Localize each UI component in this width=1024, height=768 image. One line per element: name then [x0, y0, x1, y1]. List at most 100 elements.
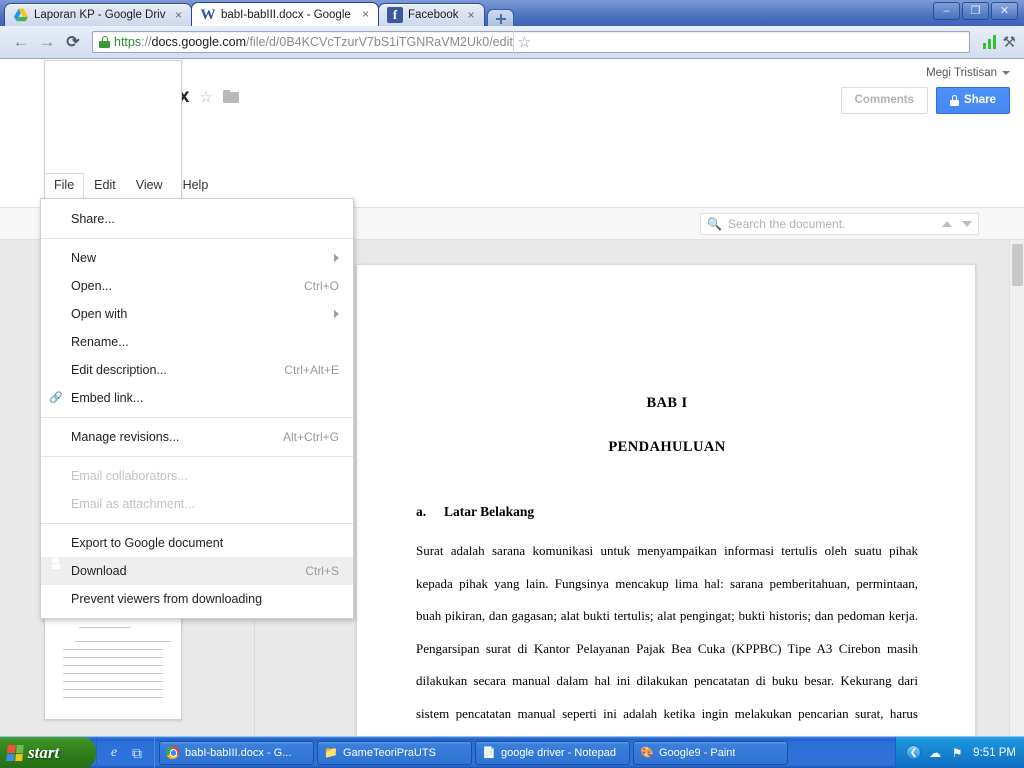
- address-bar[interactable]: https://docs.google.com/file/d/0B4KCVcTz…: [92, 31, 970, 53]
- menu-help[interactable]: Help: [173, 173, 219, 199]
- menu-separator: [41, 456, 353, 457]
- share-button[interactable]: Share: [936, 87, 1010, 114]
- menu-item-open[interactable]: Open... Ctrl+O: [41, 272, 353, 300]
- browser-tab-docs[interactable]: W babI-babIII.docx - Google ... ×: [191, 2, 379, 26]
- browser-tab-drive[interactable]: Laporan KP - Google Drive ×: [4, 3, 192, 26]
- star-icon[interactable]: ☆: [199, 88, 212, 106]
- lock-icon: [950, 95, 960, 106]
- menu-item-label: Edit description...: [71, 363, 167, 377]
- document-page: BAB I PENDAHULUAN a. Latar Belakang Sura…: [356, 264, 976, 736]
- menu-item-prevent-viewers-from-downloading[interactable]: Prevent viewers from downloading: [41, 585, 353, 613]
- internet-explorer-icon[interactable]: e: [106, 745, 122, 761]
- menu-item-download[interactable]: Download Ctrl+S: [41, 557, 353, 585]
- browser-tabs: Laporan KP - Google Drive × W babI-babII…: [4, 2, 514, 26]
- menu-item-label: Email collaborators...: [71, 469, 188, 483]
- menu-item-manage-revisions[interactable]: Manage revisions... Alt+Ctrl+G: [41, 423, 353, 451]
- document-heading-chapter: BAB I: [646, 395, 688, 411]
- menu-item-embed-link[interactable]: 🔗 Embed link...: [41, 384, 353, 412]
- docs-menubar: File Edit View Help: [44, 173, 218, 199]
- folder-icon: 📁: [324, 746, 338, 759]
- menu-separator: [41, 417, 353, 418]
- menu-item-rename[interactable]: Rename...: [41, 328, 353, 356]
- taskbar-item-label: google driver - Notepad: [501, 746, 616, 759]
- start-button[interactable]: start: [0, 737, 96, 768]
- window-controls: – ❐ ✕: [933, 2, 1018, 20]
- arrow-down-icon[interactable]: [962, 221, 972, 227]
- menu-item-email-collaborators: Email collaborators...: [41, 462, 353, 490]
- chevron-right-icon: [334, 254, 339, 262]
- system-tray: ❮ ☁ ⚑ 9:51 PM: [895, 737, 1024, 768]
- windows-taskbar: start e ⧉ babI-babIII.docx - G... 📁 Game…: [0, 736, 1024, 768]
- search-placeholder: Search the document.: [727, 217, 846, 231]
- user-account[interactable]: Megi Tristisan: [926, 67, 1010, 79]
- menu-item-open-with[interactable]: Open with: [41, 300, 353, 328]
- menu-item-label: Embed link...: [71, 391, 144, 405]
- chevron-right-icon: [334, 310, 339, 318]
- chrome-icon: [166, 745, 180, 760]
- close-window-button[interactable]: ✕: [991, 2, 1018, 20]
- scrollbar-thumb[interactable]: [1012, 244, 1023, 286]
- minimize-button[interactable]: –: [933, 2, 960, 20]
- menu-item-label: Export to Google document: [71, 536, 224, 550]
- comments-button[interactable]: Comments: [840, 87, 929, 114]
- menu-view[interactable]: View: [126, 173, 173, 199]
- document-section-marker: a.: [416, 504, 427, 519]
- share-button-label: Share: [964, 94, 996, 106]
- back-button[interactable]: ←: [8, 29, 34, 55]
- close-icon: ✕: [999, 5, 1010, 17]
- word-doc-icon: W: [200, 6, 216, 23]
- reload-button[interactable]: ⟳: [60, 29, 86, 55]
- show-desktop-icon[interactable]: ⧉: [129, 745, 145, 761]
- browser-toolbar: ← → ⟳ https://docs.google.com/file/d/0B4…: [0, 26, 1024, 59]
- url-host: docs.google.com: [151, 35, 247, 49]
- show-hidden-icons-icon[interactable]: ❮: [906, 745, 922, 760]
- vertical-scrollbar[interactable]: [1009, 240, 1024, 736]
- menu-item-new[interactable]: New: [41, 244, 353, 272]
- menu-item-share[interactable]: Share...: [41, 205, 353, 233]
- analytics-bars-icon[interactable]: [982, 35, 996, 49]
- folder-icon[interactable]: [222, 90, 239, 103]
- taskbar-clock[interactable]: 9:51 PM: [973, 747, 1016, 759]
- search-input[interactable]: 🔍 Search the document.: [700, 213, 979, 235]
- paint-icon: 🎨: [640, 746, 654, 759]
- menu-item-label: Open...: [71, 279, 112, 293]
- taskbar-item-folder[interactable]: 📁 GameTeoriPraUTS: [317, 740, 472, 765]
- document-body: BAB I PENDAHULUAN a. Latar Belakang Sura…: [416, 395, 918, 736]
- user-name: Megi Tristisan: [926, 67, 997, 79]
- forward-button[interactable]: →: [34, 29, 60, 55]
- taskbar-item-paint[interactable]: 🎨 Google9 - Paint: [633, 740, 788, 765]
- restore-button[interactable]: ❐: [962, 2, 989, 20]
- taskbar-item-notepad[interactable]: 📄 google driver - Notepad: [475, 740, 630, 765]
- close-icon[interactable]: ×: [359, 8, 372, 21]
- taskbar-item-label: babI-babIII.docx - G...: [185, 746, 292, 759]
- file-dropdown-menu[interactable]: Share... New Open... Ctrl+O Open with Re…: [40, 198, 354, 619]
- taskbar-item-label: Google9 - Paint: [659, 746, 736, 759]
- browser-tab-facebook[interactable]: f Facebook ×: [378, 3, 485, 26]
- bookmark-star-icon[interactable]: ☆: [512, 31, 535, 53]
- antivirus-icon[interactable]: ⚑: [949, 746, 965, 760]
- menu-edit[interactable]: Edit: [84, 173, 126, 199]
- notepad-icon: 📄: [482, 746, 496, 759]
- taskbar-item-chrome[interactable]: babI-babIII.docx - G...: [159, 740, 314, 765]
- search-nav: [942, 221, 972, 227]
- url-path: /file/d/0B4KCVcTzurV7bS1iTGNRaVM2Uk0/edi…: [246, 35, 513, 49]
- menu-item-export-to-google-document[interactable]: Export to Google document: [41, 529, 353, 557]
- browser-tab-title: Laporan KP - Google Drive: [34, 9, 166, 21]
- wrench-menu-icon[interactable]: ⚒: [1003, 33, 1016, 51]
- google-drive-icon: [13, 7, 29, 23]
- menu-separator: [41, 238, 353, 239]
- network-icon[interactable]: ☁: [927, 746, 943, 760]
- forward-arrow-icon: →: [38, 32, 56, 51]
- restore-icon: ❐: [970, 5, 981, 17]
- arrow-up-icon[interactable]: [942, 221, 952, 227]
- menu-item-email-as-attachment: Email as attachment...: [41, 490, 353, 518]
- menu-item-label: Share...: [71, 212, 115, 226]
- menu-item-edit-description[interactable]: Edit description... Ctrl+Alt+E: [41, 356, 353, 384]
- menu-item-label: Email as attachment...: [71, 497, 195, 511]
- close-icon[interactable]: ×: [172, 9, 185, 22]
- new-tab-button[interactable]: [486, 9, 514, 26]
- start-button-label: start: [28, 743, 60, 762]
- menu-file[interactable]: File: [44, 173, 85, 199]
- close-icon[interactable]: ×: [465, 9, 478, 22]
- save-floppy-icon: [49, 564, 64, 578]
